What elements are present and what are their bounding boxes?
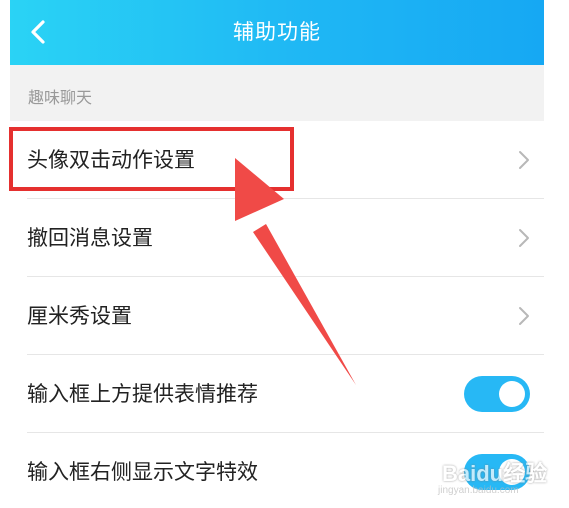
page-title: 辅助功能 — [233, 20, 321, 44]
app-root: 辅助功能 趣味聊天 头像双击动作设置 撤回消息设置 厘米秀设置 输入框上方提供表… — [0, 0, 569, 508]
row-label: 输入框上方提供表情推荐 — [27, 382, 258, 406]
row-label: 撤回消息设置 — [27, 226, 153, 250]
annotation-highlight-box — [9, 127, 294, 191]
row-label: 厘米秀设置 — [27, 304, 132, 328]
section-title: 趣味聊天 — [28, 88, 93, 107]
chevron-right-icon — [519, 151, 529, 169]
chevron-right-icon — [519, 229, 529, 247]
watermark-main: Baidu经验 — [442, 461, 548, 486]
toggle-knob — [499, 381, 525, 407]
watermark: Baidu经验 jingyan.baidu.com — [436, 452, 554, 502]
setting-row-recall-message[interactable]: 撤回消息设置 — [10, 199, 544, 277]
setting-row-emoji-recommendation: 输入框上方提供表情推荐 — [10, 355, 544, 433]
chevron-right-icon — [519, 307, 529, 325]
setting-row-cmshow[interactable]: 厘米秀设置 — [10, 277, 544, 355]
screen: 辅助功能 趣味聊天 头像双击动作设置 撤回消息设置 厘米秀设置 输入框上方提供表… — [10, 0, 544, 508]
top-bar: 辅助功能 — [10, 0, 544, 65]
watermark-sub: jingyan.baidu.com — [438, 485, 519, 496]
emoji-recommendation-toggle[interactable] — [464, 376, 530, 412]
row-label: 输入框右侧显示文字特效 — [27, 460, 258, 484]
section-header: 趣味聊天 — [10, 65, 544, 121]
